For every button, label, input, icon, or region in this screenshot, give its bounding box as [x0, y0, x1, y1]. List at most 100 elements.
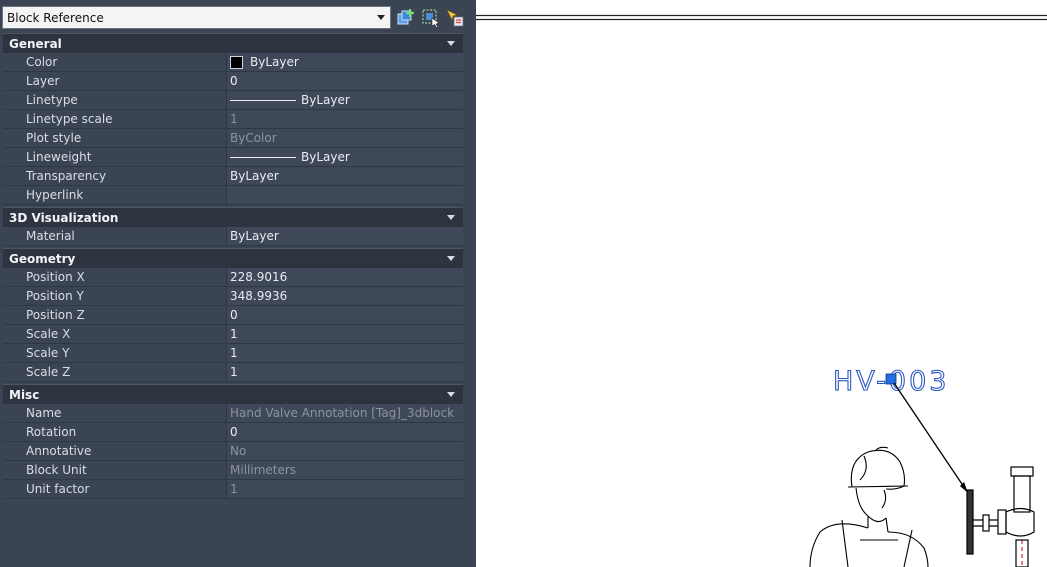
property-value-text: Millimeters [230, 463, 297, 477]
property-row-linetype[interactable]: Linetype ByLayer [3, 91, 463, 110]
property-value-text: 0 [230, 425, 238, 439]
object-type-dropdown[interactable]: Block Reference [2, 6, 391, 29]
property-grid: General Color ByLayer Layer 0 Linetype ByLayer… [3, 33, 463, 501]
property-row-scale-x[interactable]: Scale X1 [3, 325, 463, 344]
property-row-plot-style[interactable]: Plot style ByColor [3, 129, 463, 148]
chevron-down-icon[interactable] [447, 392, 455, 397]
property-row-annotative[interactable]: Annotative No [3, 442, 463, 461]
property-name: Color [3, 53, 227, 71]
category-title: Misc [9, 387, 40, 402]
property-value-text: 228.9016 [230, 270, 288, 284]
property-row-color[interactable]: Color ByLayer [3, 53, 463, 72]
property-value-text: 1 [230, 346, 238, 360]
property-value-text: 1 [230, 327, 238, 341]
property-row-position-z[interactable]: Position Z0 [3, 306, 463, 325]
chevron-down-icon[interactable] [447, 215, 455, 220]
property-name: Layer [3, 72, 227, 90]
property-value-hyperlink[interactable] [227, 186, 463, 204]
property-row-transparency[interactable]: Transparency ByLayer [3, 167, 463, 186]
chevron-down-icon [372, 7, 390, 28]
property-value-material[interactable]: ByLayer [227, 227, 463, 245]
drawing-svg: HV-003 [476, 14, 1047, 567]
chevron-down-icon[interactable] [447, 256, 455, 261]
property-value-block-unit: Millimeters [227, 461, 463, 479]
property-row-material[interactable]: Material ByLayer [3, 227, 463, 246]
property-name: Position Z [3, 306, 227, 324]
property-value-lineweight[interactable]: ByLayer [227, 148, 463, 166]
property-row-position-y[interactable]: Position Y 348.9936 [3, 287, 463, 306]
property-value-position-y[interactable]: 348.9936 [227, 287, 463, 305]
property-name: Rotation [3, 423, 227, 441]
property-value-color[interactable]: ByLayer [227, 53, 463, 71]
properties-palette: Block Reference General Color ByLayer La… [0, 0, 476, 567]
category-general[interactable]: General [3, 33, 463, 53]
quick-select-button[interactable] [445, 8, 465, 28]
property-value-text: 348.9936 [230, 289, 288, 303]
property-row-scale-z[interactable]: Scale Z1 [3, 363, 463, 382]
property-row-block-unit[interactable]: Block Unit Millimeters [3, 461, 463, 480]
property-row-layer[interactable]: Layer 0 [3, 72, 463, 91]
category-title: General [9, 36, 62, 51]
object-type-value: Block Reference [7, 10, 104, 25]
property-row-position-x[interactable]: Position X 228.9016 [3, 268, 463, 287]
category-title: Geometry [9, 251, 76, 266]
property-name: Block Unit [3, 461, 227, 479]
property-value-position-x[interactable]: 228.9016 [227, 268, 463, 286]
toggle-pickadd-button[interactable] [396, 8, 416, 28]
property-value-plot-style: ByColor [227, 129, 463, 147]
property-value-text: ByLayer [301, 93, 350, 107]
property-value-rotation[interactable]: 0 [227, 423, 463, 441]
property-row-name[interactable]: Name Hand Valve Annotation [Tag]_3dblock [3, 404, 463, 423]
selection-toolbar: Block Reference [0, 0, 476, 36]
category-spacer [3, 499, 463, 501]
property-value-position-z[interactable]: 0 [227, 306, 463, 324]
select-objects-icon [422, 9, 440, 28]
property-value-text: ByColor [230, 131, 277, 145]
property-value-scale-y[interactable]: 1 [227, 344, 463, 362]
property-value-layer[interactable]: 0 [227, 72, 463, 90]
line-preview [230, 99, 296, 101]
property-row-linetype-scale[interactable]: Linetype scale 1 [3, 110, 463, 129]
category-title: 3D Visualization [9, 210, 119, 225]
property-name: Lineweight [3, 148, 227, 166]
property-value-text: 1 [230, 365, 238, 379]
property-name: Scale X [3, 325, 227, 343]
property-value-text: No [230, 444, 247, 458]
property-value-text: Hand Valve Annotation [Tag]_3dblock [230, 406, 455, 420]
property-name: Position Y [3, 287, 227, 305]
property-value-unit-factor: 1 [227, 480, 463, 498]
property-row-unit-factor[interactable]: Unit factor 1 [3, 480, 463, 499]
property-value-text: 0 [230, 308, 238, 322]
property-name: Scale Z [3, 363, 227, 381]
property-value-text: ByLayer [301, 150, 350, 164]
property-value-linetype-scale: 1 [227, 110, 463, 128]
leader-line [893, 382, 969, 494]
select-objects-button[interactable] [421, 8, 441, 28]
property-name: Name [3, 404, 227, 422]
insertion-grip[interactable] [885, 373, 897, 385]
property-value-text: ByLayer [230, 169, 279, 183]
line-preview [230, 156, 296, 158]
category-misc[interactable]: Misc [3, 384, 463, 404]
drawing-canvas[interactable]: HV-003 [476, 0, 1047, 567]
property-name: Linetype scale [3, 110, 227, 128]
property-name: Transparency [3, 167, 227, 185]
property-value-text: 1 [230, 112, 238, 126]
property-value-name: Hand Valve Annotation [Tag]_3dblock [227, 404, 463, 422]
property-value-scale-z[interactable]: 1 [227, 363, 463, 381]
property-row-lineweight[interactable]: Lineweight ByLayer [3, 148, 463, 167]
property-name: Unit factor [3, 480, 227, 498]
operator-figure [809, 446, 929, 567]
chevron-down-icon[interactable] [447, 41, 455, 46]
category-3d-visualization[interactable]: 3D Visualization [3, 207, 463, 227]
quick-select-icon [446, 9, 464, 27]
property-value-transparency[interactable]: ByLayer [227, 167, 463, 185]
property-row-scale-y[interactable]: Scale Y1 [3, 344, 463, 363]
property-row-rotation[interactable]: Rotation 0 [3, 423, 463, 442]
property-value-text: 0 [230, 74, 238, 88]
property-row-hyperlink[interactable]: Hyperlink [3, 186, 463, 205]
category-geometry[interactable]: Geometry [3, 248, 463, 268]
property-value-text: ByLayer [250, 55, 299, 69]
property-value-linetype[interactable]: ByLayer [227, 91, 463, 109]
property-value-scale-x[interactable]: 1 [227, 325, 463, 343]
